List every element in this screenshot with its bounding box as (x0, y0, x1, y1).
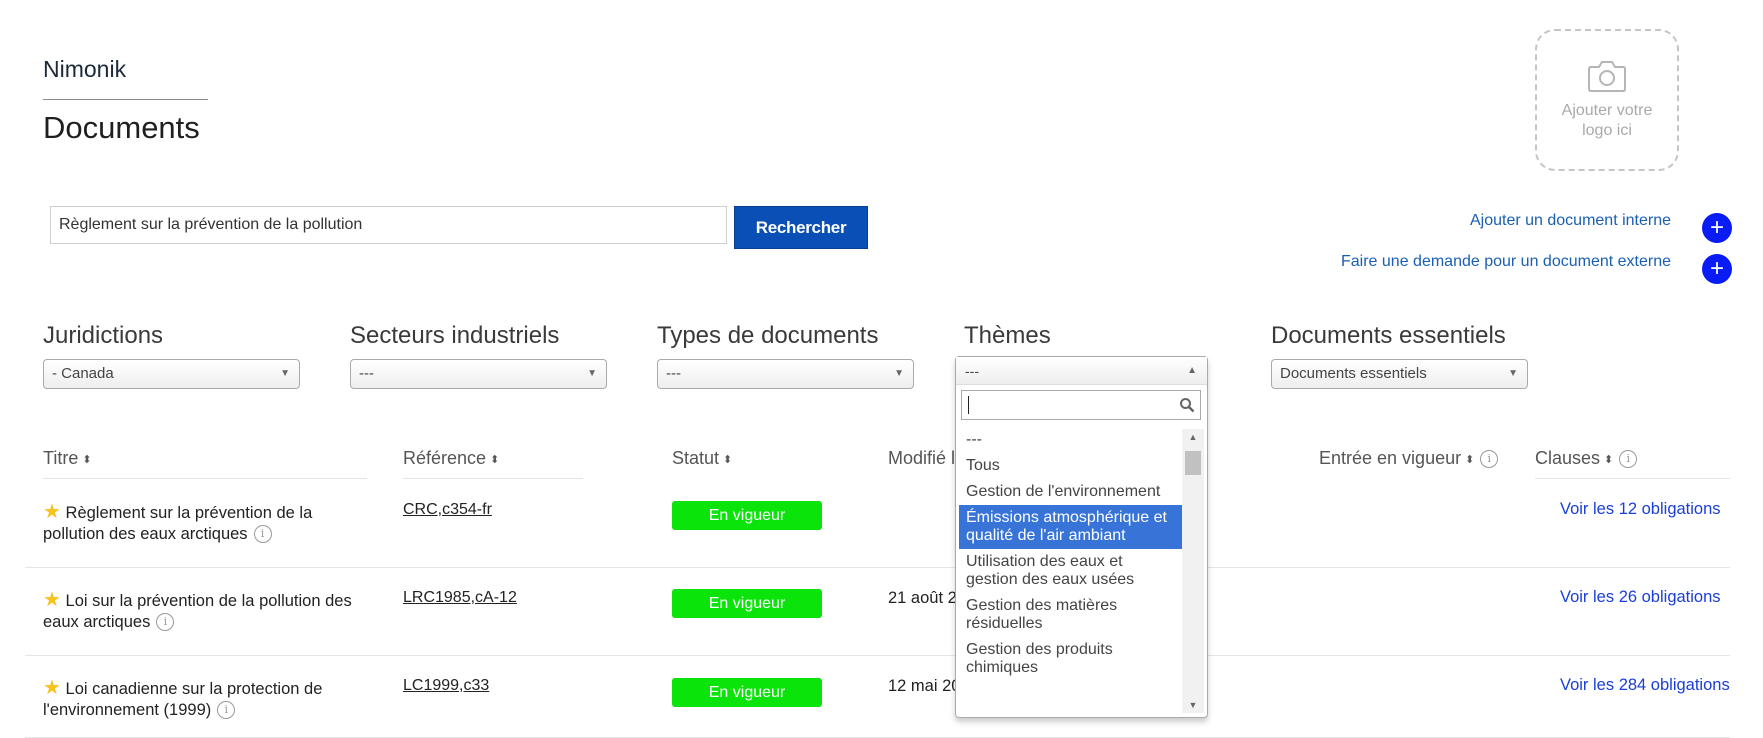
themes-option[interactable]: Gestion des produits chimiques (959, 637, 1182, 681)
star-icon[interactable]: ★ (43, 677, 61, 699)
chevron-down-icon: ▼ (587, 368, 597, 379)
header-underline (1535, 478, 1730, 479)
sort-icon: ⬍ (1465, 454, 1475, 466)
column-header-modified[interactable]: Modifié l (888, 448, 955, 469)
table-row-title: ★ Loi sur la prévention de la pollution … (43, 590, 378, 633)
essentials-select[interactable]: Documents essentiels ▼ (1271, 359, 1528, 389)
star-icon[interactable]: ★ (43, 589, 61, 611)
status-badge: En vigueur (672, 501, 822, 530)
reference-link[interactable]: LRC1985,cA-12 (403, 589, 517, 607)
jurisdictions-select-value: - Canada (52, 365, 114, 382)
chevron-up-icon: ▲ (1187, 365, 1197, 376)
row-title-text: Loi sur la prévention de la pollution de… (43, 592, 352, 631)
modified-date: 12 mai 20 (888, 677, 961, 695)
table-row-title: ★ Règlement sur la prévention de la poll… (43, 502, 378, 545)
column-header-effective-label: Entrée en vigueur (1319, 448, 1462, 468)
themes-search-input[interactable] (961, 390, 1201, 420)
camera-icon (1588, 61, 1626, 92)
request-external-document-link[interactable]: Faire une demande pour un document exter… (1341, 253, 1671, 271)
themes-dropdown[interactable]: --- ▲ --- Tous Gestion de l'environnement… (955, 356, 1208, 718)
clauses-link[interactable]: Voir les 26 obligations (1560, 588, 1721, 607)
status-badge: En vigueur (672, 678, 822, 707)
status-badge: En vigueur (672, 589, 822, 618)
scroll-up-icon[interactable]: ▲ (1182, 432, 1204, 442)
row-title-text: Loi canadienne sur la protection de l'en… (43, 680, 323, 719)
row-title-text: Règlement sur la prévention de la pollut… (43, 504, 313, 543)
filter-label-jurisdictions: Juridictions (43, 322, 164, 349)
scrollbar-thumb[interactable] (1185, 451, 1201, 475)
doc-types-select[interactable]: --- ▼ (657, 359, 914, 389)
row-divider (25, 655, 1730, 656)
org-name: Nimonik (43, 56, 127, 82)
themes-option[interactable]: --- (959, 427, 1182, 453)
jurisdictions-select[interactable]: - Canada ▼ (43, 359, 300, 389)
info-icon[interactable]: i (1480, 450, 1499, 468)
info-icon[interactable]: i (1619, 450, 1638, 468)
add-internal-document-link[interactable]: Ajouter un document interne (1470, 212, 1671, 230)
themes-options-list: --- Tous Gestion de l'environnement Émis… (959, 427, 1182, 681)
table-row-title: ★ Loi canadienne sur la protection de l'… (43, 678, 378, 721)
scroll-down-icon[interactable]: ▼ (1182, 700, 1204, 710)
themes-select-value: --- (965, 363, 979, 379)
essentials-select-value: Documents essentiels (1280, 365, 1427, 382)
themes-option-selected[interactable]: Émissions atmosphérique et qualité de l'… (959, 505, 1182, 549)
column-header-title-label: Titre (43, 448, 79, 468)
filter-label-doc-types: Types de documents (657, 322, 879, 349)
themes-option[interactable]: Gestion de l'environnement (959, 479, 1182, 505)
add-internal-plus-icon[interactable]: + (1702, 213, 1732, 243)
row-divider (25, 567, 1730, 568)
sectors-select-value: --- (359, 365, 374, 382)
themes-scrollbar[interactable]: ▲ ▼ (1182, 429, 1204, 713)
star-icon[interactable]: ★ (43, 501, 61, 523)
logo-upload[interactable]: Ajouter votre logo ici (1535, 29, 1679, 171)
themes-option[interactable]: Tous (959, 453, 1182, 479)
column-header-clauses-label: Clauses (1535, 448, 1601, 468)
info-icon[interactable]: i (217, 701, 236, 719)
column-header-effective[interactable]: Entrée en vigueur ⬍ i (1319, 448, 1499, 469)
column-header-reference[interactable]: Référence ⬍ (403, 448, 499, 469)
request-external-plus-icon[interactable]: + (1702, 254, 1732, 284)
column-header-status[interactable]: Statut ⬍ (672, 448, 732, 469)
clauses-link[interactable]: Voir les 284 obligations (1560, 676, 1730, 695)
column-header-status-label: Statut (672, 448, 720, 468)
column-header-clauses[interactable]: Clauses ⬍ i (1535, 448, 1638, 469)
header-divider (43, 99, 208, 100)
clauses-link[interactable]: Voir les 12 obligations (1560, 500, 1721, 519)
page-title: Documents (43, 110, 200, 145)
search-input[interactable]: Règlement sur la prévention de la pollut… (50, 206, 727, 244)
chevron-down-icon: ▼ (1508, 368, 1518, 379)
themes-option[interactable]: Gestion des matières résiduelles (959, 593, 1182, 637)
sectors-select[interactable]: --- ▼ (350, 359, 607, 389)
sort-icon: ⬍ (490, 454, 500, 466)
logo-upload-text: Ajouter votre logo ici (1561, 102, 1653, 139)
sort-icon: ⬍ (82, 454, 92, 466)
chevron-down-icon: ▼ (894, 368, 904, 379)
info-icon[interactable]: i (253, 525, 272, 543)
header-underline (43, 478, 367, 479)
header-underline (403, 478, 583, 479)
themes-select[interactable]: --- ▲ (956, 357, 1207, 385)
sort-icon: ⬍ (723, 454, 733, 466)
search-icon (1180, 398, 1195, 413)
filter-label-sectors: Secteurs industriels (350, 322, 560, 349)
info-icon[interactable]: i (156, 613, 175, 631)
themes-option[interactable]: Utilisation des eaux et gestion des eaux… (959, 549, 1182, 593)
doc-types-select-value: --- (666, 365, 681, 382)
text-cursor (968, 396, 969, 414)
search-button[interactable]: Rechercher (734, 206, 868, 249)
chevron-down-icon: ▼ (280, 368, 290, 379)
reference-link[interactable]: CRC,c354-fr (403, 501, 492, 519)
filter-label-themes: Thèmes (964, 322, 1051, 349)
filter-label-essentials: Documents essentiels (1271, 322, 1506, 349)
column-header-title[interactable]: Titre ⬍ (43, 448, 92, 469)
column-header-reference-label: Référence (403, 448, 487, 468)
sort-icon: ⬍ (1604, 454, 1614, 466)
reference-link[interactable]: LC1999,c33 (403, 677, 489, 695)
